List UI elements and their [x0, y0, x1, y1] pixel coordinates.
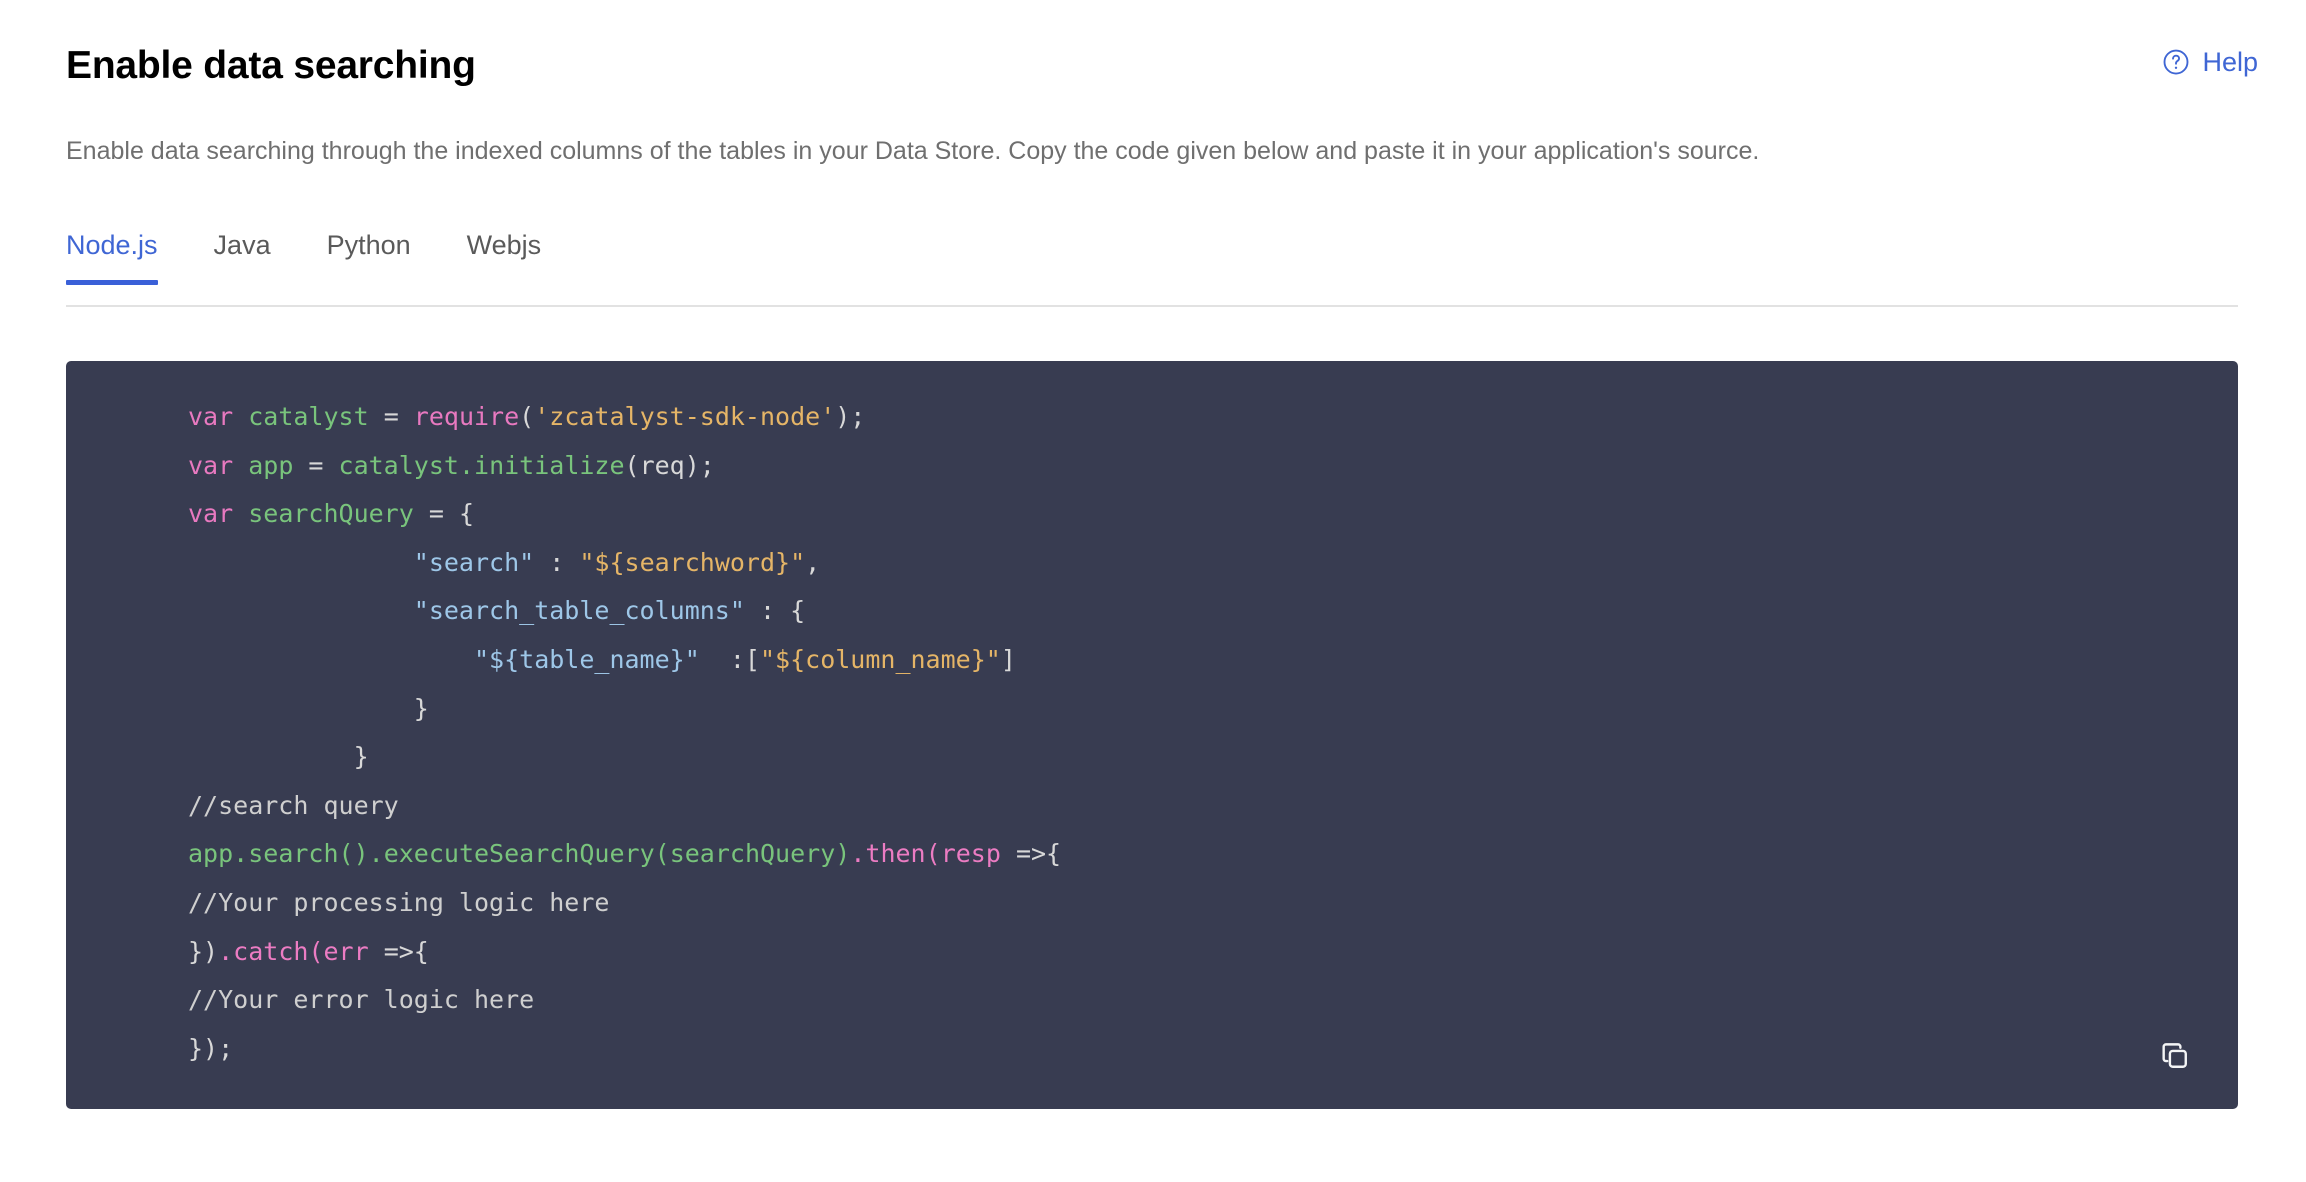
code-token: initialize — [474, 450, 625, 480]
code-token: "${searchword}" — [579, 547, 806, 577]
code-line: //Your error logic here — [188, 976, 1061, 1025]
enable-data-searching-page: Enable data searching Help Enable data s… — [0, 0, 2306, 1182]
code-line: "${table_name}" :["${column_name}"] — [188, 636, 1061, 685]
code-token: app — [188, 839, 234, 869]
code-line: } — [188, 685, 1061, 734]
code-token: "search" — [413, 547, 535, 577]
code-token: searchQuery — [248, 499, 414, 529]
code-token: = — [293, 450, 339, 480]
code-content[interactable]: var catalyst = require('zcatalyst-sdk-no… — [66, 361, 1101, 1105]
code-token: then — [865, 839, 926, 869]
help-label: Help — [2202, 46, 2258, 77]
tab-label: Java — [213, 230, 271, 260]
code-token: err — [323, 936, 369, 966]
code-token: }) — [188, 936, 219, 966]
code-token: =>{ — [1000, 839, 1062, 869]
code-token: : — [534, 547, 580, 577]
tabs-divider — [66, 305, 2238, 307]
code-token: var — [188, 402, 234, 431]
code-token: ( — [925, 839, 941, 869]
code-token: }); — [188, 1033, 234, 1063]
code-line: //search query — [188, 782, 1061, 831]
code-token: . — [218, 936, 234, 966]
code-line: "search" : "${searchword}", — [188, 539, 1061, 588]
code-token: =>{ — [368, 936, 429, 966]
code-snippet-block: var catalyst = require('zcatalyst-sdk-no… — [66, 361, 2238, 1109]
code-line: //Your processing logic here — [188, 879, 1061, 928]
code-token: ( — [654, 839, 670, 869]
code-token: (req); — [624, 450, 715, 480]
code-line: var searchQuery = { — [188, 490, 1061, 539]
code-token: ) — [835, 839, 851, 869]
code-token: resp — [940, 839, 1001, 869]
code-line: }); — [188, 1025, 1061, 1074]
code-token: = { — [413, 499, 475, 529]
code-token: searchQuery — [669, 839, 836, 869]
page-title: Enable data searching — [66, 44, 476, 87]
tab-java[interactable]: Java — [214, 232, 271, 285]
code-line: }).catch(err =>{ — [188, 928, 1061, 977]
code-token: catalyst — [248, 402, 369, 431]
code-token: executeSearchQuery — [383, 839, 655, 869]
code-token: = — [368, 402, 414, 431]
code-token: //Your error logic here — [188, 985, 535, 1015]
code-token: require — [413, 402, 520, 431]
page-description: Enable data searching through the indexe… — [66, 137, 1760, 165]
code-token: } — [188, 693, 429, 723]
code-token: : { — [744, 596, 806, 626]
code-token: . — [233, 839, 249, 869]
code-token: 'zcatalyst-sdk-node' — [534, 402, 836, 431]
question-circle-icon — [2161, 47, 2191, 77]
code-line: var app = catalyst.initialize(req); — [188, 442, 1061, 491]
code-token: search — [248, 839, 339, 869]
code-line: var catalyst = require('zcatalyst-sdk-no… — [188, 393, 1061, 442]
code-token: . — [368, 839, 384, 869]
code-token: :[ — [699, 644, 760, 674]
code-line: app.search().executeSearchQuery(searchQu… — [188, 830, 1061, 879]
code-token: "${column_name}" — [759, 644, 1001, 674]
code-token: ] — [1000, 644, 1016, 674]
code-token: var — [188, 450, 234, 480]
code-token: catalyst — [338, 450, 459, 480]
copy-code-button[interactable] — [2158, 1039, 2192, 1073]
language-tabs: Node.js Java Python Webjs — [66, 232, 2238, 310]
code-line: "search_table_columns" : { — [188, 587, 1061, 636]
help-button[interactable]: Help — [2161, 47, 2258, 77]
code-token: () — [338, 839, 369, 869]
tab-label: Node.js — [66, 230, 158, 260]
code-token: } — [188, 742, 369, 772]
code-token: . — [850, 839, 866, 869]
copy-icon — [2158, 1039, 2192, 1073]
tab-label: Python — [326, 230, 411, 260]
code-token: . — [458, 450, 475, 480]
tab-python[interactable]: Python — [327, 232, 411, 285]
code-token: ); — [835, 402, 866, 431]
code-token: catch — [233, 936, 309, 966]
tab-webjs[interactable]: Webjs — [467, 232, 542, 285]
code-token: "search_table_columns" — [413, 596, 745, 626]
code-token: ( — [308, 936, 324, 966]
code-token: ( — [519, 402, 535, 431]
code-token: var — [188, 499, 234, 529]
code-token: app — [248, 450, 294, 480]
code-token: , — [805, 547, 821, 577]
code-line: } — [188, 733, 1061, 782]
code-token: "${table_name}" — [473, 644, 700, 674]
tab-label: Webjs — [466, 230, 542, 260]
page-header: Enable data searching Help — [0, 0, 2306, 120]
code-token: //Your processing logic here — [188, 887, 610, 917]
tab-node-js[interactable]: Node.js — [66, 232, 158, 285]
code-token: //search query — [188, 790, 399, 820]
